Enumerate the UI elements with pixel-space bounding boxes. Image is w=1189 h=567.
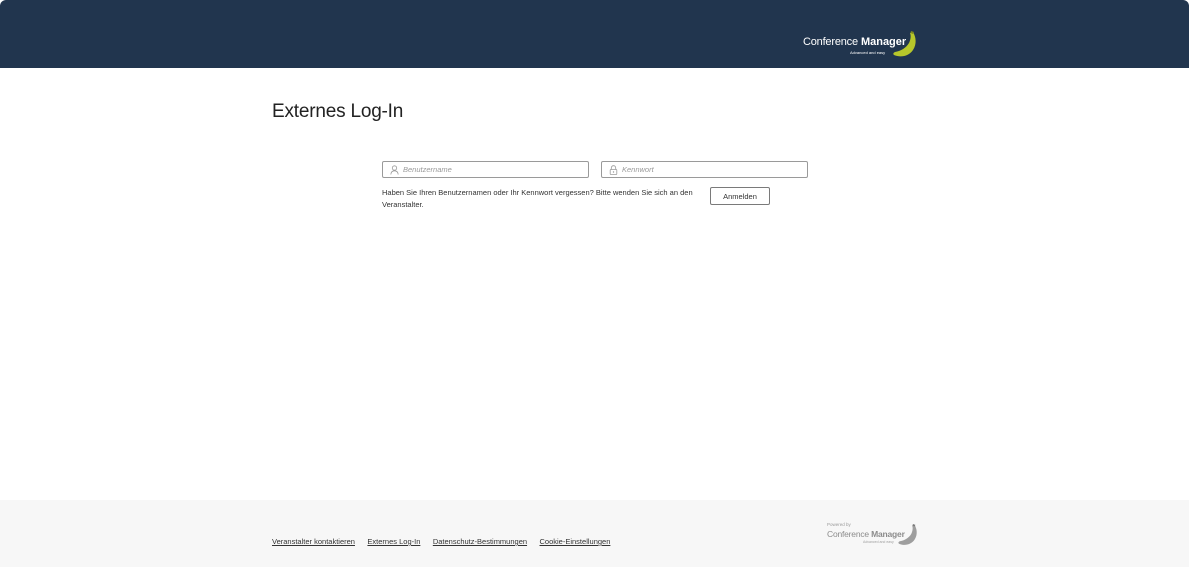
brand-tagline: Advanced and easy bbox=[850, 50, 886, 55]
footer-link-contact-organizer[interactable]: Veranstalter kontaktieren bbox=[272, 537, 355, 546]
powered-by-wordmark: Conference Manager bbox=[827, 529, 905, 539]
footer-links: Veranstalter kontaktieren Externes Log-I… bbox=[272, 531, 618, 549]
banana-logo-gray-icon bbox=[898, 524, 917, 545]
username-input[interactable] bbox=[403, 162, 583, 177]
powered-by-tagline: Advanced and easy bbox=[863, 540, 894, 544]
banana-logo-icon bbox=[893, 31, 916, 57]
powered-by-wordmark-light: Conference bbox=[827, 529, 869, 539]
password-field[interactable] bbox=[601, 161, 808, 178]
login-button[interactable]: Anmelden bbox=[710, 187, 770, 205]
footer-link-external-login[interactable]: Externes Log-In bbox=[367, 537, 420, 546]
username-field[interactable] bbox=[382, 161, 589, 178]
page-title: Externes Log-In bbox=[272, 101, 404, 122]
powered-by-logo[interactable]: Powered by Conference Manager Advanced a… bbox=[827, 522, 922, 548]
powered-by-label: Powered by bbox=[827, 522, 851, 527]
app-header: Conference Manager Advanced and easy bbox=[0, 0, 1189, 68]
user-icon bbox=[390, 165, 399, 175]
password-input[interactable] bbox=[622, 162, 802, 177]
forgot-credentials-hint: Haben Sie Ihren Benutzernamen oder Ihr K… bbox=[382, 188, 693, 209]
brand-wordmark-light: Conference bbox=[803, 36, 858, 48]
footer-link-cookie-settings[interactable]: Cookie-Einstellungen bbox=[540, 537, 611, 546]
page-footer: Veranstalter kontaktieren Externes Log-I… bbox=[0, 500, 1189, 567]
brand-wordmark: Conference Manager bbox=[803, 36, 906, 49]
lock-icon bbox=[609, 165, 618, 175]
footer-link-privacy[interactable]: Datenschutz-Bestimmungen bbox=[433, 537, 527, 546]
